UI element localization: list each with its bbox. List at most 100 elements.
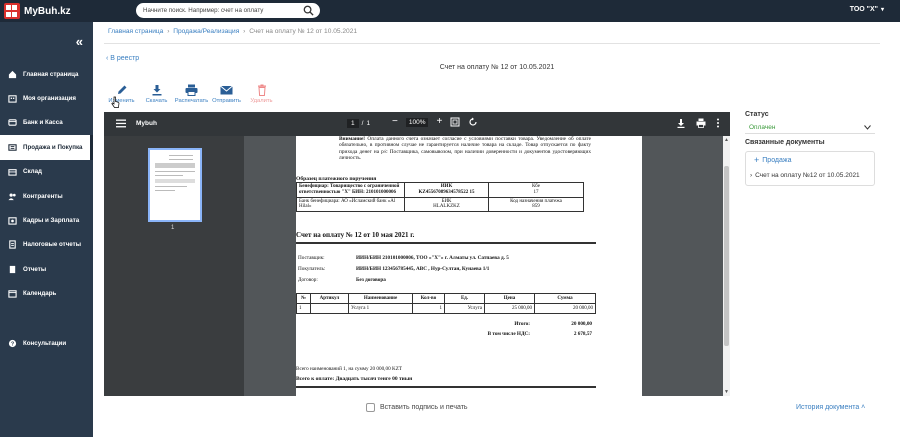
- scroll-up-icon[interactable]: ▲: [724, 137, 729, 143]
- pdf-page: Внимание! Оплата данного счета означает …: [296, 136, 642, 396]
- top-bar: MyBuh.kz Начните поиск. Например: счет н…: [0, 0, 900, 22]
- buyer-row: Покупатель: ИИН/БИН 123456785445, ABC , Н…: [298, 266, 490, 272]
- sidebar-item-calendar[interactable]: Календарь: [0, 282, 93, 306]
- related-documents-box: + Продажа › Счет на оплату №12 от 10.05.…: [745, 151, 875, 186]
- bik-value: HLALKZKZ: [433, 204, 460, 210]
- help-icon: ?: [8, 339, 17, 347]
- menu-icon[interactable]: [116, 119, 126, 128]
- scrollbar-thumb[interactable]: [724, 166, 729, 346]
- sidebar-item-payroll[interactable]: Кадры и Зарплата: [0, 208, 93, 232]
- sidebar-item-organization[interactable]: Моя организация: [0, 86, 93, 110]
- payroll-icon: [8, 217, 17, 225]
- scroll-down-icon[interactable]: ▼: [724, 389, 729, 395]
- kbe-label: Кбе: [531, 184, 541, 189]
- printer-icon: [185, 84, 198, 96]
- contract-row: Договор: Без договора: [298, 277, 386, 283]
- chevron-down-icon: [864, 124, 871, 130]
- add-sale-label: Продажа: [762, 156, 792, 164]
- pencil-icon: [117, 85, 126, 94]
- scrollbar[interactable]: ▲ ▼: [723, 136, 730, 396]
- divider-line: [296, 386, 596, 388]
- pdf-actions: [676, 118, 720, 128]
- search-input[interactable]: Начните поиск. Например: счет на оплату: [136, 3, 320, 18]
- print-button[interactable]: Распечатать: [174, 84, 209, 104]
- add-sale-button[interactable]: + Продажа: [754, 155, 791, 165]
- sidebar-item-tax-reports[interactable]: Налоговые отчеты: [0, 233, 93, 257]
- edit-button[interactable]: Изменить: [104, 84, 139, 104]
- checkbox[interactable]: [366, 403, 375, 412]
- zoom-in-button[interactable]: +: [436, 117, 442, 127]
- fit-page-icon[interactable]: [450, 117, 460, 127]
- search-icon[interactable]: [303, 5, 314, 16]
- sidebar-item-home[interactable]: Главная страница: [0, 62, 93, 86]
- rotate-icon[interactable]: [468, 117, 478, 127]
- company-selector[interactable]: ТОО "Х" ▾: [850, 6, 884, 13]
- chevron-right-icon: ›: [750, 172, 753, 179]
- status-select[interactable]: Оплачен: [745, 121, 875, 134]
- breadcrumb-separator: ›: [167, 28, 170, 35]
- related-documents-label: Связанные документы: [745, 139, 825, 146]
- sidebar-item-label: Налоговые отчеты: [23, 241, 81, 249]
- download-button[interactable]: Скачать: [139, 84, 174, 104]
- page-number-input[interactable]: 1: [347, 119, 359, 128]
- breadcrumb-home[interactable]: Главная страница: [108, 28, 163, 35]
- header-divider: [104, 43, 880, 44]
- document-history-link[interactable]: История документа ˄: [796, 404, 865, 411]
- sidebar-item-sales[interactable]: Продажа и Покупка: [0, 135, 93, 160]
- page-thumbnail[interactable]: [148, 148, 202, 222]
- sidebar-item-contractors[interactable]: Контрагенты: [0, 184, 93, 208]
- divider-line: [296, 242, 596, 244]
- envelope-icon: [220, 85, 233, 95]
- status-value: Оплачен: [749, 123, 776, 131]
- download-icon: [152, 85, 161, 96]
- back-to-registry-link[interactable]: ‹ В реестр: [106, 55, 139, 62]
- company-name: ТОО "Х": [849, 6, 878, 13]
- sidebar-item-reports[interactable]: Отчеты: [0, 257, 93, 281]
- vat-row: В том числе НДС: 2 678,57: [487, 331, 592, 337]
- related-document-item[interactable]: › Счет на оплату №12 от 10.05.2021: [750, 172, 860, 179]
- sidebar-item-consultations[interactable]: ? Консультации: [0, 331, 93, 355]
- logo[interactable]: MyBuh.kz: [4, 3, 71, 19]
- warehouse-icon: [8, 169, 17, 176]
- document-toolbar: Изменить Скачать Распечатать Отправить У…: [104, 84, 279, 104]
- zoom-out-button[interactable]: −: [392, 117, 398, 127]
- trash-icon: [257, 84, 266, 96]
- sidebar-item-label: Кадры и Зарплата: [23, 217, 80, 225]
- cart-icon: [8, 144, 17, 151]
- pdf-viewer: Mybuh 1 / 1 − 100% + 1 Внимание! Оплата …: [104, 112, 730, 396]
- more-vert-icon[interactable]: [716, 118, 720, 128]
- insert-signature-checkbox[interactable]: Вставить подпись и печать: [366, 403, 468, 412]
- send-button[interactable]: Отправить: [209, 84, 244, 104]
- tax-icon: [9, 240, 16, 250]
- pdf-toolbar: Mybuh 1 / 1 − 100% +: [104, 112, 730, 136]
- table-row: 1 Услуга 1 1 Услуга 25 000,00 20 000,00: [296, 303, 596, 315]
- plus-icon: +: [754, 155, 760, 165]
- zoom-controls: − 100% +: [392, 117, 478, 127]
- summary-line: Всего наименований 1, на сумму 20 000,00…: [296, 366, 403, 372]
- bank-icon: [8, 119, 17, 127]
- knp-value: 859: [532, 204, 540, 210]
- breadcrumb: Главная страница › Продажа/Реализация › …: [108, 28, 357, 35]
- breadcrumb-separator: ›: [243, 28, 246, 35]
- contacts-icon: [8, 193, 16, 200]
- sidebar-item-bank[interactable]: Банк и Касса: [0, 111, 93, 135]
- breadcrumb-sales[interactable]: Продажа/Реализация: [173, 28, 239, 35]
- knp-label: Код назначения платежа: [510, 198, 562, 204]
- thumbnail-page-number: 1: [171, 225, 175, 231]
- iik-label: ИИК: [440, 184, 453, 189]
- breadcrumb-current: Счет на оплату № 12 от 10.05.2021: [249, 28, 358, 35]
- signature-label: Вставить подпись и печать: [380, 404, 468, 411]
- delete-button[interactable]: Удалить: [244, 84, 279, 104]
- download-icon[interactable]: [676, 118, 686, 128]
- total-in-words: Всего к оплате: Двадцать тысяч тенге 00 …: [296, 376, 413, 382]
- collapse-sidebar-icon[interactable]: «: [76, 34, 83, 49]
- sidebar-item-warehouse[interactable]: Склад: [0, 160, 93, 184]
- sidebar-item-label: Банк и Касса: [23, 119, 63, 127]
- delete-label: Удалить: [250, 98, 273, 104]
- reports-icon: [9, 265, 16, 273]
- printer-icon[interactable]: [696, 118, 706, 128]
- home-icon: [8, 70, 17, 78]
- search-placeholder: Начните поиск. Например: счет на оплату: [143, 7, 264, 14]
- zoom-level[interactable]: 100%: [405, 117, 429, 127]
